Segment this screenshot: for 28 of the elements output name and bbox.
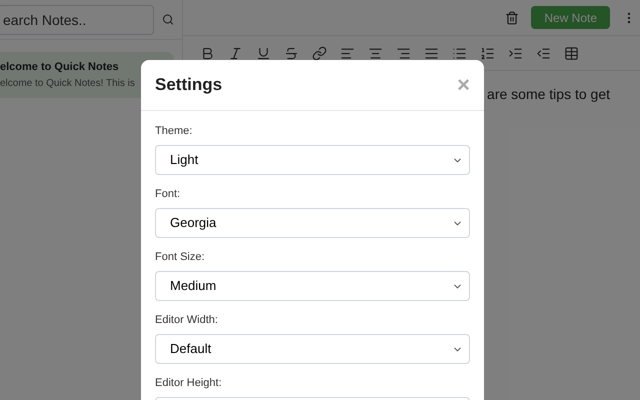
table-icon[interactable] — [564, 46, 579, 60]
indent-icon[interactable] — [508, 46, 523, 60]
field-label: Editor Width: — [155, 313, 219, 327]
select-field[interactable]: Georgia — [155, 208, 470, 238]
note-title: elcome to Quick Notes — [0, 60, 120, 76]
numbered-list-icon[interactable] — [480, 46, 495, 60]
align-center-icon[interactable] — [368, 46, 383, 60]
align-left-icon[interactable] — [340, 46, 355, 60]
bullet-list-icon[interactable] — [452, 46, 467, 60]
select-field[interactable]: Light — [155, 145, 470, 175]
link-icon[interactable] — [312, 46, 327, 60]
field-label: Theme: — [155, 124, 194, 138]
field-label: Font: — [155, 187, 182, 201]
editor-text: are some tips to get — [487, 85, 610, 104]
italic-icon[interactable] — [228, 46, 243, 60]
search-field[interactable]: earch Notes.. — [0, 4, 154, 34]
bold-icon[interactable] — [200, 46, 215, 60]
underline-icon[interactable] — [256, 46, 271, 60]
strikethrough-icon[interactable] — [284, 46, 299, 60]
select-field[interactable]: Medium — [155, 271, 470, 301]
search-icon[interactable] — [162, 12, 174, 27]
align-right-icon[interactable] — [396, 46, 411, 60]
outdent-icon[interactable] — [536, 46, 551, 60]
trash-icon[interactable] — [505, 10, 520, 24]
align-justify-icon[interactable] — [424, 46, 439, 60]
field-label: Editor Height: — [155, 376, 223, 390]
select-field[interactable]: Default — [155, 334, 470, 364]
field-label: Font Size: — [155, 250, 206, 264]
